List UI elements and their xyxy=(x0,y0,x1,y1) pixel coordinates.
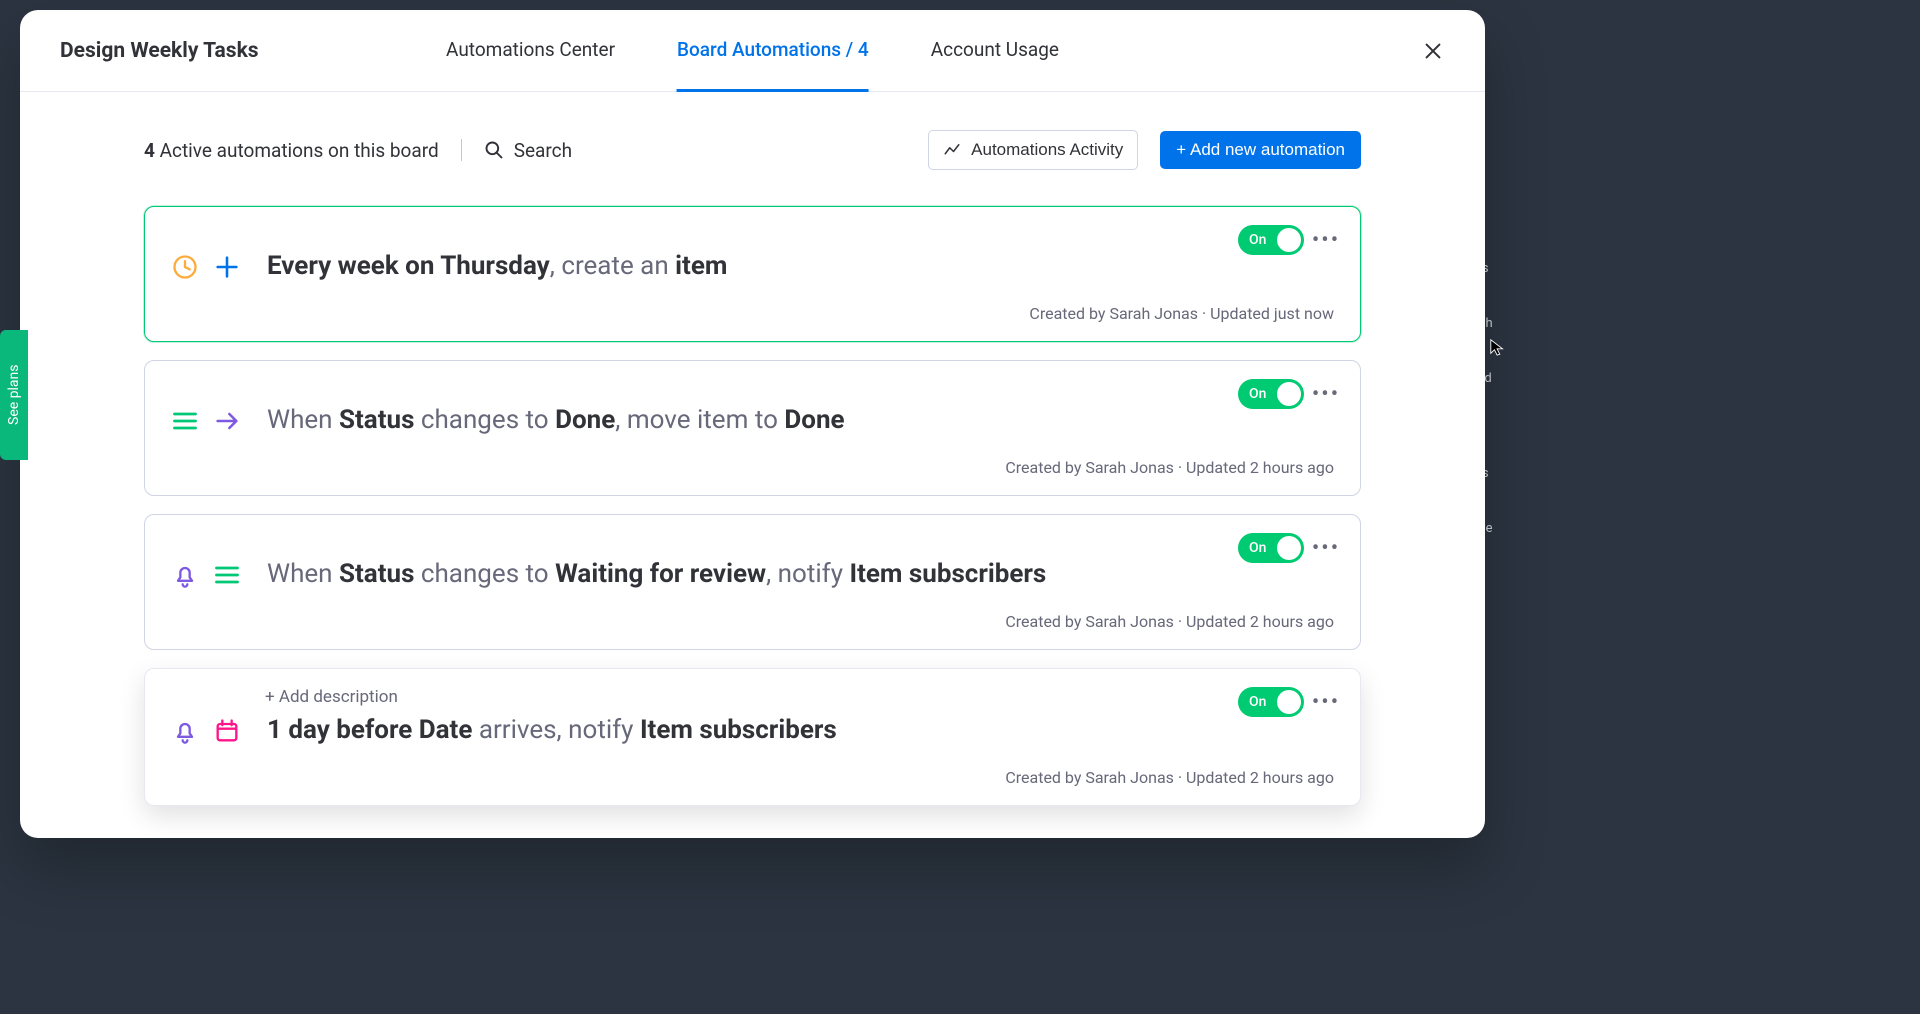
automation-card[interactable]: On ••• Every week on Thursday, create an… xyxy=(144,206,1361,342)
card-meta: Created by Sarah Jonas · Updated 2 hours… xyxy=(171,612,1334,631)
see-plans-tab[interactable]: See plans xyxy=(0,330,28,460)
recipe-token: , create an xyxy=(550,251,675,281)
automation-icons xyxy=(171,717,241,745)
recipe-token: Status xyxy=(339,559,414,589)
automation-icons xyxy=(171,253,241,281)
recipe-token: When xyxy=(267,559,339,589)
bell-icon xyxy=(171,717,199,745)
tab-board-automations[interactable]: Board Automations / 4 xyxy=(677,10,869,92)
recipe-token: arrives, notify xyxy=(472,715,640,745)
card-meta: Created by Sarah Jonas · Updated just no… xyxy=(171,304,1334,323)
add-automation-button[interactable]: + Add new automation xyxy=(1160,131,1361,169)
recipe-token: , move item to xyxy=(615,405,784,435)
card-body: When Status changes to Waiting for revie… xyxy=(171,533,1334,592)
recipe-token: changes to xyxy=(414,405,555,435)
automations-modal: Design Weekly Tasks Automations Center B… xyxy=(20,10,1485,838)
toggle-on[interactable]: On xyxy=(1238,379,1304,409)
toggle-knob xyxy=(1277,382,1301,406)
toggle-label: On xyxy=(1249,540,1266,556)
recipe-token: Date xyxy=(419,715,473,745)
search-icon xyxy=(484,140,504,160)
recipe-token: When xyxy=(267,405,339,435)
add-description-button[interactable]: + Add description xyxy=(171,687,1334,707)
card-controls: On ••• xyxy=(1238,225,1338,255)
activity-label: Automations Activity xyxy=(971,140,1123,160)
card-body: Every week on Thursday, create an item xyxy=(171,225,1334,284)
card-menu-button[interactable]: ••• xyxy=(1314,382,1338,407)
toggle-label: On xyxy=(1249,386,1266,402)
recipe-token: changes to xyxy=(414,559,555,589)
recipe-token: Every week on Thursday xyxy=(267,251,550,281)
toggle-label: On xyxy=(1249,694,1266,710)
card-controls: On ••• xyxy=(1238,379,1338,409)
card-menu-button[interactable]: ••• xyxy=(1314,228,1338,253)
card-body: When Status changes to Done, move item t… xyxy=(171,379,1334,438)
add-description-label: + Add description xyxy=(265,687,398,707)
card-body: 1 day before Date arrives, notify Item s… xyxy=(171,707,1334,748)
search-input[interactable]: Search xyxy=(484,139,572,162)
recipe-token: Status xyxy=(339,405,414,435)
recipe-token: Waiting for review xyxy=(555,559,766,589)
header-tabs: Automations Center Board Automations / 4… xyxy=(446,10,1059,92)
clock-icon xyxy=(171,253,199,281)
card-controls: On ••• xyxy=(1238,687,1338,717)
recipe-token: Done xyxy=(784,405,844,435)
plus-icon xyxy=(213,253,241,281)
recipe-token: Item subscribers xyxy=(640,715,837,745)
toggle-knob xyxy=(1277,228,1301,252)
recipe-token: 1 day before xyxy=(267,715,419,745)
toggle-on[interactable]: On xyxy=(1238,533,1304,563)
see-plans-label: See plans xyxy=(6,365,22,425)
automations-activity-button[interactable]: Automations Activity xyxy=(928,130,1138,170)
count-number: 4 xyxy=(144,139,155,162)
arrow-right-icon xyxy=(213,407,241,435)
mouse-cursor-icon xyxy=(1489,338,1507,356)
automation-card[interactable]: On ••• When Status changes to Waiting fo… xyxy=(144,514,1361,650)
count-label: Active automations on this board xyxy=(155,139,439,162)
toggle-on[interactable]: On xyxy=(1238,225,1304,255)
recipe-token: Done xyxy=(555,405,615,435)
card-controls: On ••• xyxy=(1238,533,1338,563)
calendar-icon xyxy=(213,717,241,745)
status-icon xyxy=(171,407,199,435)
toggle-knob xyxy=(1277,536,1301,560)
toggle-label: On xyxy=(1249,232,1266,248)
tab-automations-center[interactable]: Automations Center xyxy=(446,10,615,92)
close-button[interactable] xyxy=(1417,35,1449,67)
recipe-token: item xyxy=(675,251,727,281)
recipe-token: , notify xyxy=(766,559,849,589)
automations-list: On ••• Every week on Thursday, create an… xyxy=(20,170,1485,838)
automation-recipe: 1 day before Date arrives, notify Item s… xyxy=(267,713,837,748)
modal-header: Design Weekly Tasks Automations Center B… xyxy=(20,10,1485,92)
card-menu-button[interactable]: ••• xyxy=(1314,536,1338,561)
tab-account-usage[interactable]: Account Usage xyxy=(931,10,1059,92)
add-label: + Add new automation xyxy=(1176,140,1345,159)
automation-icons xyxy=(171,407,241,435)
automation-card[interactable]: On ••• + Add description 1 day before Da… xyxy=(144,668,1361,806)
automation-recipe: When Status changes to Waiting for revie… xyxy=(267,557,1046,592)
card-menu-button[interactable]: ••• xyxy=(1314,690,1338,715)
toolbar: 4 Active automations on this board Searc… xyxy=(20,92,1485,170)
tab-label: Board Automations / 4 xyxy=(677,38,869,61)
tab-label: Account Usage xyxy=(931,38,1059,61)
close-icon xyxy=(1422,40,1444,62)
page-title: Design Weekly Tasks xyxy=(60,39,259,63)
automation-recipe: Every week on Thursday, create an item xyxy=(267,249,727,284)
activity-icon xyxy=(943,141,961,159)
automation-icons xyxy=(171,561,241,589)
active-automations-count: 4 Active automations on this board xyxy=(144,139,439,162)
card-meta: Created by Sarah Jonas · Updated 2 hours… xyxy=(171,768,1334,787)
card-meta: Created by Sarah Jonas · Updated 2 hours… xyxy=(171,458,1334,477)
bell-icon xyxy=(171,561,199,589)
toggle-knob xyxy=(1277,690,1301,714)
tab-label: Automations Center xyxy=(446,38,615,61)
search-label: Search xyxy=(514,139,572,162)
status-icon xyxy=(213,561,241,589)
toggle-on[interactable]: On xyxy=(1238,687,1304,717)
recipe-token: Item subscribers xyxy=(849,559,1046,589)
automation-card[interactable]: On ••• When Status changes to Done, move… xyxy=(144,360,1361,496)
automation-recipe: When Status changes to Done, move item t… xyxy=(267,403,845,438)
divider xyxy=(461,139,462,161)
